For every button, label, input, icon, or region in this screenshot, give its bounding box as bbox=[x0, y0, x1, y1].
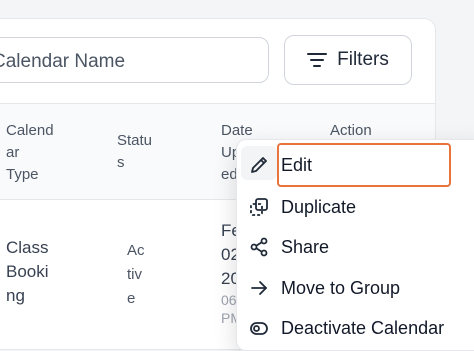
header-status[interactable]: Statu s bbox=[117, 130, 152, 174]
search-input[interactable]: Calendar Name bbox=[0, 37, 269, 83]
search-placeholder: Calendar Name bbox=[0, 51, 126, 72]
menu-item-label: Move to Group bbox=[281, 277, 401, 298]
header-calendar-type[interactable]: Calend ar Type bbox=[6, 120, 54, 186]
filters-label: Filters bbox=[337, 49, 389, 70]
action-menu: Edit Duplicate Share Move to Group Deact… bbox=[236, 139, 474, 351]
arrow-right-icon bbox=[249, 278, 269, 298]
filters-button[interactable]: Filters bbox=[284, 35, 412, 85]
menu-item-label: Deactivate Calendar bbox=[281, 317, 445, 338]
menu-item-label: Edit bbox=[281, 154, 313, 175]
pencil-icon bbox=[249, 155, 269, 175]
cell-calendar-type: Class Booki ng bbox=[6, 238, 49, 305]
menu-item-share[interactable]: Share bbox=[237, 227, 474, 267]
cell-status: Ac tiv e bbox=[127, 242, 145, 307]
menu-item-move-to-group[interactable]: Move to Group bbox=[237, 268, 474, 308]
duplicate-icon bbox=[249, 197, 269, 217]
menu-item-duplicate[interactable]: Duplicate bbox=[237, 187, 474, 227]
menu-item-label: Share bbox=[281, 236, 330, 257]
menu-item-edit[interactable]: Edit bbox=[237, 145, 474, 185]
deactivate-icon bbox=[249, 318, 269, 338]
share-icon bbox=[249, 237, 269, 257]
menu-item-label: Duplicate bbox=[281, 196, 357, 217]
filter-lines-icon bbox=[307, 52, 328, 68]
menu-item-deactivate-calendar[interactable]: Deactivate Calendar bbox=[237, 308, 474, 348]
